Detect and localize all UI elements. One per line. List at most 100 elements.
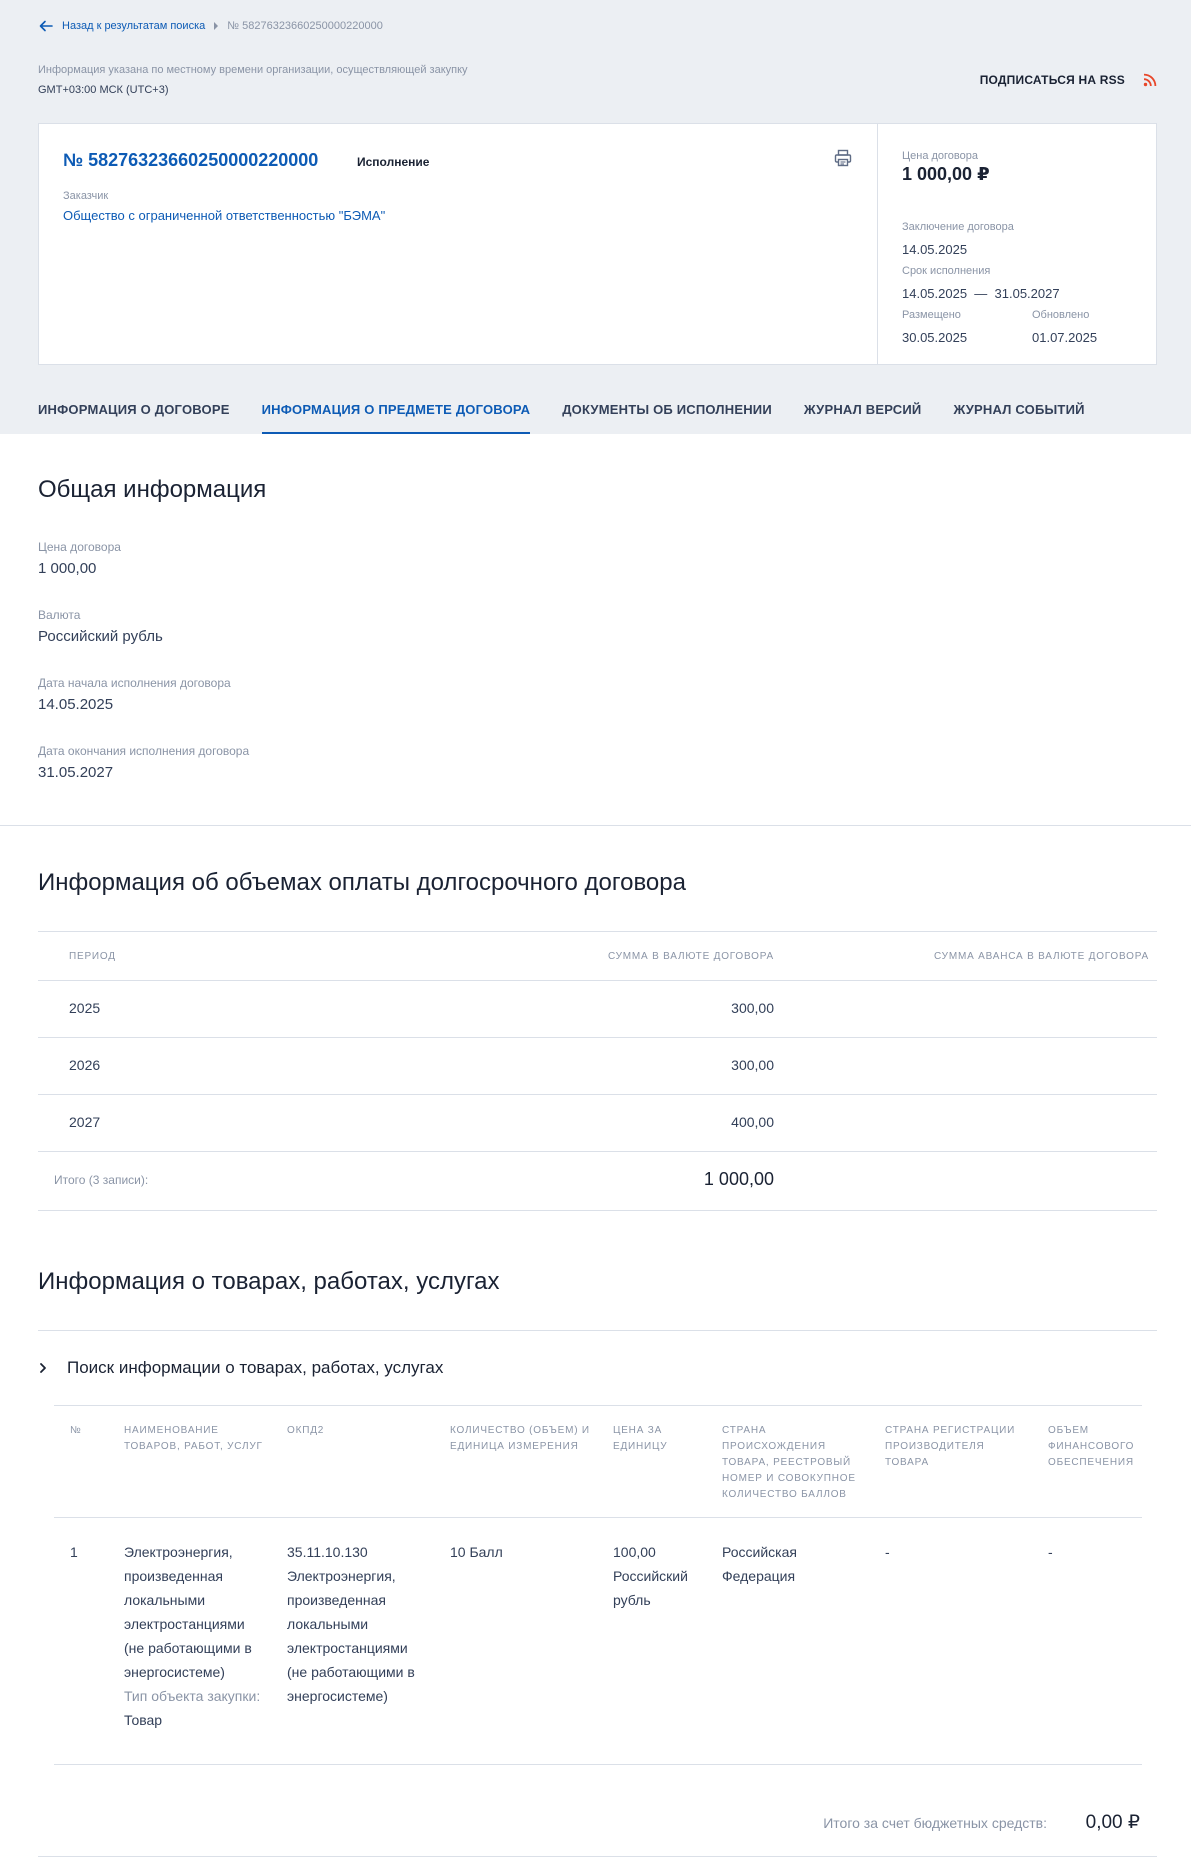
tab-bar: ИНФОРМАЦИЯ О ДОГОВОРЕ ИНФОРМАЦИЯ О ПРЕДМ… — [38, 402, 1117, 434]
col-okpd: ОКПД2 — [287, 1425, 325, 1436]
field-label: Валюта — [38, 608, 81, 622]
row-price: 100,00 Российский рубль — [613, 1544, 688, 1608]
contract-card: № 58276323660250000220000 Исполнение Зак… — [38, 123, 1157, 365]
tab-execution-docs[interactable]: ДОКУМЕНТЫ ОБ ИСПОЛНЕНИИ — [562, 402, 772, 434]
row-country: Российская Федерация — [722, 1544, 797, 1584]
rss-subscribe-link[interactable]: ПОДПИСАТЬСЯ НА RSS — [980, 73, 1157, 87]
posted-value: 30.05.2025 — [902, 330, 968, 345]
printer-icon[interactable] — [833, 148, 853, 168]
row-okpd: 35.11.10.130 Электроэнергия, произведенн… — [287, 1544, 415, 1704]
timezone-value: GMT+03:00 МСК (UTC+3) — [38, 84, 169, 96]
col-finance: ОБЪЕМ ФИНАНСОВОГО ОБЕСПЕЧЕНИЯ — [1048, 1425, 1135, 1468]
col-amount: СУММА В ВАЛЮТЕ ДОГОВОРА — [607, 951, 774, 962]
back-to-search-link[interactable]: Назад к результатам поиска — [62, 20, 205, 32]
payments-section: Информация об объемах оплаты долгосрочно… — [38, 869, 686, 897]
table-row: 2026 300,00 — [38, 1038, 1157, 1095]
term-label: Срок исполнения — [902, 265, 991, 277]
updated-label: Обновлено — [1032, 309, 1090, 321]
breadcrumb: Назад к результатам поиска № 58276323660… — [38, 18, 383, 34]
table-header: ПЕРИОД СУММА В ВАЛЮТЕ ДОГОВОРА СУММА АВА… — [38, 931, 1157, 981]
col-price: ЦЕНА ЗА ЕДИНИЦУ — [613, 1425, 668, 1452]
col-advance: СУММА АВАНСА В ВАЛЮТЕ ДОГОВОРА — [933, 951, 1149, 962]
section-divider — [38, 1856, 1157, 1857]
contract-card-main: № 58276323660250000220000 Исполнение Зак… — [39, 124, 878, 364]
budget-label: Итого за счет бюджетных средств: — [823, 1815, 1047, 1831]
general-info-section: Общая информация — [38, 476, 266, 504]
term-value: 14.05.2025 — 31.05.2027 — [902, 286, 1060, 301]
goods-search-label: Поиск информации о товарах, работах, усл… — [67, 1358, 444, 1377]
row-finance: - — [1048, 1544, 1053, 1560]
contract-card-summary: Цена договора 1 000,00 ₽ Заключение дого… — [878, 124, 1156, 364]
chevron-right-icon — [40, 1363, 46, 1373]
tab-contract-info[interactable]: ИНФОРМАЦИЯ О ДОГОВОРЕ — [38, 402, 230, 434]
price-value: 1 000,00 ₽ — [902, 164, 990, 184]
col-name: НАИМЕНОВАНИЕ ТОВАРОВ, РАБОТ, УСЛУГ — [124, 1425, 263, 1452]
total-label: Итого (3 записи): — [54, 1173, 149, 1187]
arrow-left-icon[interactable] — [38, 18, 54, 34]
row-qty: 10 Балл — [450, 1544, 503, 1560]
field-value: Российский рубль — [38, 628, 163, 645]
field-end-date: Дата окончания исполнения договора 31.05… — [38, 744, 249, 781]
conclusion-value: 14.05.2025 — [902, 242, 968, 257]
row-reg-country: - — [885, 1544, 890, 1560]
row-type-value: Товар — [124, 1712, 163, 1728]
field-label: Дата начала исполнения договора — [38, 676, 231, 690]
tab-event-log[interactable]: ЖУРНАЛ СОБЫТИЙ — [953, 402, 1084, 434]
goods-title: Информация о товарах, работах, услугах — [38, 1268, 500, 1295]
row-amount: 300,00 — [731, 1000, 774, 1016]
tab-version-log[interactable]: ЖУРНАЛ ВЕРСИЙ — [804, 402, 922, 434]
table-header: № НАИМЕНОВАНИЕ ТОВАРОВ, РАБОТ, УСЛУГ ОКП… — [54, 1405, 1142, 1518]
posted-label: Размещено — [902, 309, 961, 321]
col-period: ПЕРИОД — [69, 951, 116, 962]
total-value: 1 000,00 — [703, 1169, 774, 1189]
row-name-cell: Электроэнергия, произведенная локальными… — [124, 1540, 264, 1732]
customer-link[interactable]: Общество с ограниченной ответственностью… — [63, 208, 385, 223]
field-value: 31.05.2027 — [38, 764, 114, 781]
rss-label: ПОДПИСАТЬСЯ НА RSS — [979, 73, 1125, 87]
breadcrumb-current: № 58276323660250000220000 — [227, 20, 383, 32]
status-badge: Исполнение — [357, 155, 430, 169]
updated-value: 01.07.2025 — [1032, 330, 1098, 345]
customer-label: Заказчик — [63, 190, 109, 202]
rss-icon — [1143, 73, 1157, 87]
goods-search-toggle[interactable]: Поиск информации о товарах, работах, усл… — [38, 1330, 1157, 1405]
row-type-label: Тип объекта закупки: — [124, 1688, 261, 1704]
payments-title: Информация об объемах оплаты долгосрочно… — [38, 869, 686, 896]
price-label: Цена договора — [902, 150, 979, 162]
breadcrumb-separator-icon — [214, 22, 219, 30]
row-period: 2027 — [69, 1114, 101, 1130]
payments-table: ПЕРИОД СУММА В ВАЛЮТЕ ДОГОВОРА СУММА АВА… — [38, 931, 1157, 1211]
col-num: № — [70, 1425, 82, 1436]
section-divider — [0, 825, 1191, 826]
field-start-date: Дата начала исполнения договора 14.05.20… — [38, 676, 231, 713]
tab-subject-info[interactable]: ИНФОРМАЦИЯ О ПРЕДМЕТЕ ДОГОВОРА — [261, 402, 531, 434]
row-amount: 400,00 — [731, 1114, 774, 1130]
timezone-note: Информация указана по местному времени о… — [38, 64, 468, 76]
col-reg-country: СТРАНА РЕГИСТРАЦИИ ПРОИЗВОДИТЕЛЯ ТОВАРА — [885, 1425, 1016, 1468]
row-period: 2026 — [69, 1057, 101, 1073]
col-country: СТРАНА ПРОИСХОЖДЕНИЯ ТОВАРА, РЕЕСТРОВЫЙ … — [722, 1425, 856, 1500]
field-price: Цена договора 1 000,00 — [38, 540, 121, 577]
table-total-row: Итого (3 записи): 1 000,00 — [38, 1152, 1157, 1211]
table-row: 2027 400,00 — [38, 1095, 1157, 1152]
table-row: 1 Электроэнергия, произведенная локальны… — [54, 1518, 1142, 1765]
row-period: 2025 — [69, 1000, 101, 1016]
field-label: Дата окончания исполнения договора — [38, 744, 250, 758]
row-num: 1 — [70, 1544, 78, 1560]
row-name: Электроэнергия, произведенная локальными… — [124, 1544, 252, 1680]
col-qty: КОЛИЧЕСТВО (ОБЪЕМ) И ЕДИНИЦА ИЗМЕРЕНИЯ — [450, 1425, 590, 1452]
row-amount: 300,00 — [731, 1057, 774, 1073]
field-value: 14.05.2025 — [38, 696, 114, 713]
field-currency: Валюта Российский рубль — [38, 608, 163, 645]
field-label: Цена договора — [38, 540, 121, 554]
header-area: Назад к результатам поиска № 58276323660… — [0, 0, 1191, 434]
budget-value: 0,00 ₽ — [1085, 1812, 1140, 1833]
goods-section: Информация о товарах, работах, услугах — [38, 1268, 500, 1296]
contract-number: № 58276323660250000220000 — [63, 150, 319, 170]
goods-table: № НАИМЕНОВАНИЕ ТОВАРОВ, РАБОТ, УСЛУГ ОКП… — [54, 1405, 1142, 1765]
general-info-title: Общая информация — [38, 476, 267, 503]
budget-total: Итого за счет бюджетных средств: 0,00 ₽ — [0, 1800, 1140, 1856]
field-value: 1 000,00 — [38, 560, 97, 577]
conclusion-label: Заключение договора — [902, 221, 1014, 233]
table-row: 2025 300,00 — [38, 981, 1157, 1038]
